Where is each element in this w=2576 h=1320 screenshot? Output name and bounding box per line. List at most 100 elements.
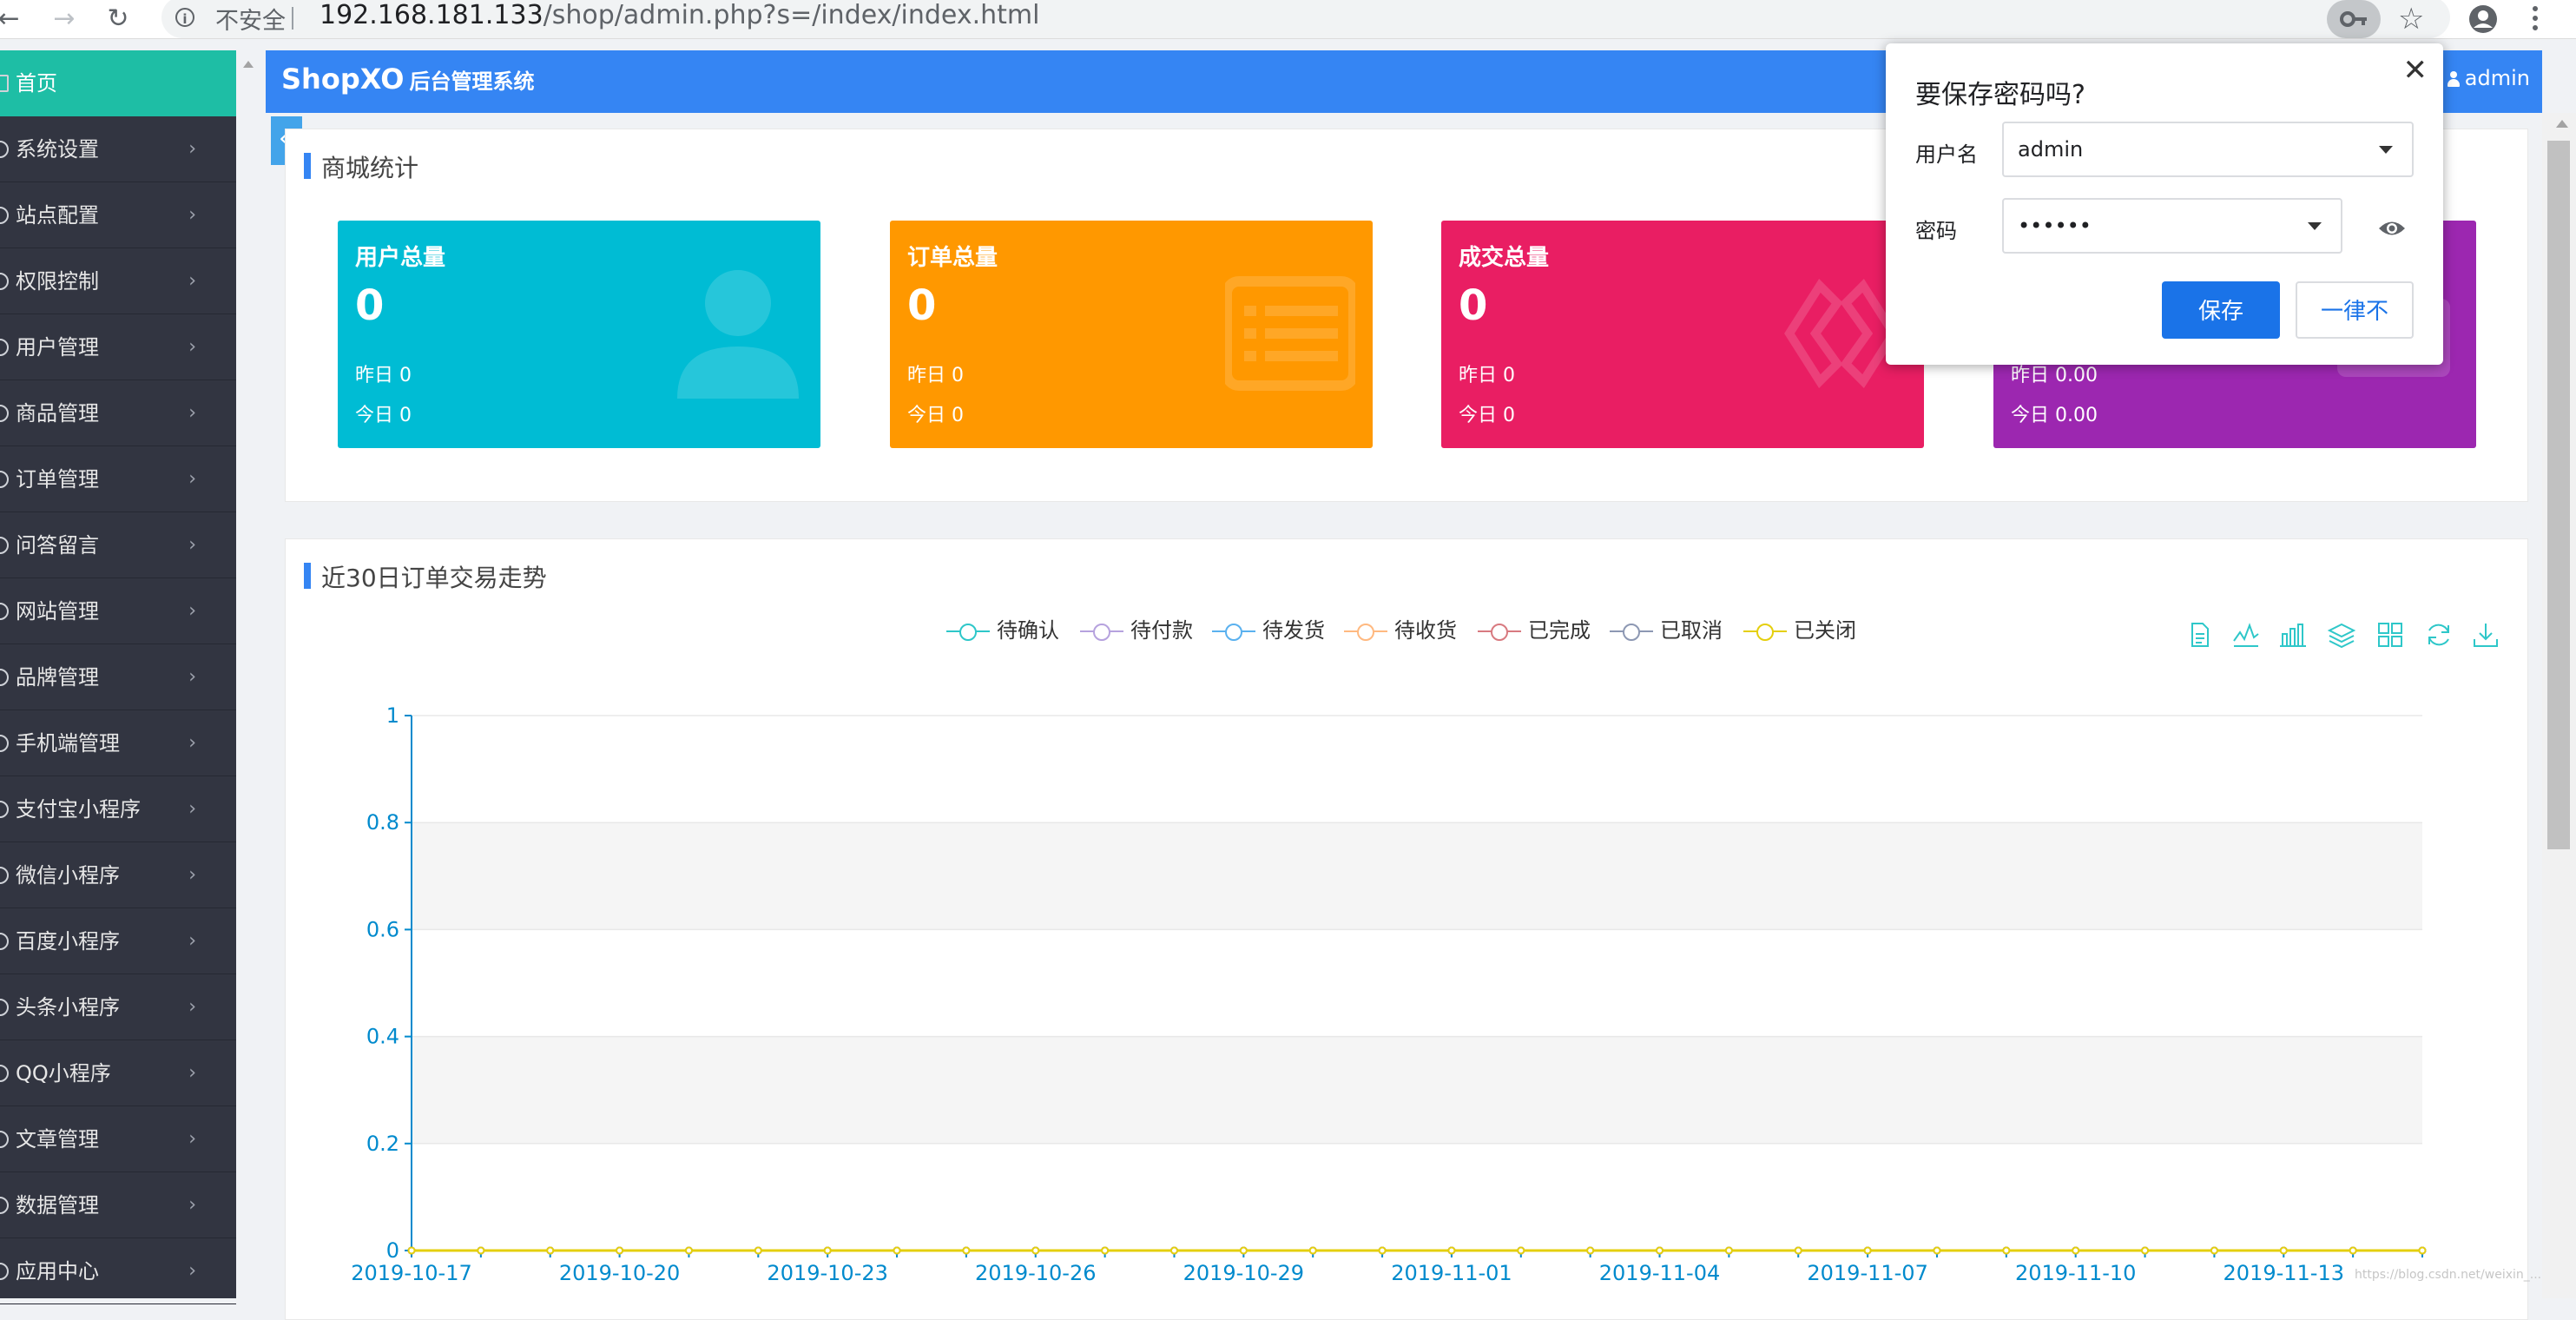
legend-item[interactable]: 待发货 (1212, 613, 1325, 648)
legend-marker-icon (1080, 623, 1123, 641)
y-tick-label: 0.6 (366, 917, 399, 941)
menu-item-icon (0, 1131, 9, 1148)
menu-item-icon (0, 471, 9, 488)
x-tick-label: 2019-11-13 (2224, 1261, 2344, 1285)
sidebar-item[interactable]: 订单管理 › (0, 446, 236, 512)
sidebar-item[interactable]: 问答留言 › (0, 512, 236, 578)
menu-item-icon (0, 999, 9, 1016)
line-chart-icon[interactable] (2231, 620, 2261, 650)
sidebar-item[interactable]: 手机端管理 › (0, 710, 236, 776)
data-point (1656, 1246, 1664, 1255)
sidebar-item-label: 问答留言 (16, 533, 99, 558)
menu-item-icon (0, 1263, 9, 1280)
sidebar-item[interactable]: 权限控制 › (0, 248, 236, 314)
password-label: 密码 (1915, 219, 1957, 243)
y-tick-label: 0.2 (366, 1132, 399, 1156)
brand-logo[interactable]: ShopXO 后台管理系统 (281, 63, 534, 96)
sidebar-item[interactable]: 品牌管理 › (0, 644, 236, 710)
sidebar-item-label: 头条小程序 (16, 995, 120, 1020)
sidebar-item[interactable]: 百度小程序 › (0, 908, 236, 974)
sidebar-item-label: 首页 (16, 71, 57, 96)
scroll-up-icon[interactable] (2556, 120, 2568, 128)
bar-chart-icon[interactable] (2278, 620, 2308, 650)
chevron-down-icon[interactable] (2379, 146, 2393, 154)
sidebar-item-label: 品牌管理 (16, 665, 99, 690)
info-icon[interactable]: i (175, 8, 194, 27)
chevron-right-icon: › (188, 468, 196, 490)
sidebar-item[interactable]: 文章管理 › (0, 1106, 236, 1172)
chevron-down-icon[interactable] (2308, 222, 2322, 230)
sidebar-item[interactable]: 商品管理 › (0, 380, 236, 446)
account-icon[interactable] (2467, 3, 2499, 35)
sidebar-item-label: 订单管理 (16, 467, 99, 492)
show-password-eye-icon[interactable] (2377, 215, 2407, 241)
sidebar-item[interactable]: 数据管理 › (0, 1172, 236, 1238)
password-key-icon[interactable] (2327, 0, 2381, 38)
forward-icon[interactable]: → (49, 3, 80, 35)
address-bar[interactable]: i 不安全 192.168.181.133/shop/admin.php?s=/… (161, 0, 2450, 38)
url-text[interactable]: 192.168.181.133/shop/admin.php?s=/index/… (320, 0, 1039, 30)
save-password-button[interactable]: 保存 (2162, 281, 2280, 339)
data-point (754, 1246, 762, 1255)
restore-icon[interactable] (2424, 620, 2454, 650)
menu-item-icon (0, 207, 9, 224)
close-icon[interactable]: ✕ (2403, 56, 2428, 85)
legend-item[interactable]: 待付款 (1080, 613, 1193, 648)
menu-item-icon (0, 801, 9, 818)
sidebar-item[interactable]: 应用中心 › (0, 1238, 236, 1304)
back-icon[interactable]: ← (0, 3, 24, 35)
sidebar-item[interactable]: 网站管理 › (0, 578, 236, 644)
scrollbar-thumb[interactable] (2547, 141, 2570, 849)
browser-toolbar: ← → ↻ i 不安全 192.168.181.133/shop/admin.p… (0, 0, 2576, 39)
reload-icon[interactable]: ↻ (102, 3, 134, 35)
chevron-right-icon: › (188, 1062, 196, 1084)
chevron-right-icon: › (188, 534, 196, 556)
legend-label: 待付款 (1130, 618, 1193, 643)
data-point (2418, 1246, 2427, 1255)
chevron-right-icon: › (188, 732, 196, 754)
sidebar-item[interactable]: 系统设置 › (0, 116, 236, 182)
legend-item[interactable]: 已关闭 (1743, 613, 1856, 648)
bookmark-star-icon[interactable]: ☆ (2398, 2, 2424, 36)
sidebar-item-label: 微信小程序 (16, 863, 120, 888)
list-icon (1225, 276, 1355, 391)
legend-item[interactable]: 待收货 (1344, 613, 1457, 648)
stack-icon[interactable] (2327, 620, 2356, 650)
sidebar-item[interactable]: 首页 (0, 50, 236, 116)
data-point (1863, 1246, 1872, 1255)
save-image-icon[interactable] (2471, 620, 2500, 650)
x-tick-label: 2019-10-29 (1183, 1261, 1304, 1285)
menu-item-icon (0, 1065, 9, 1082)
password-field[interactable]: •••••• (2002, 198, 2342, 254)
sidebar-item[interactable]: 用户管理 › (0, 314, 236, 380)
legend-item[interactable]: 已取消 (1610, 613, 1723, 648)
insecure-label: 不安全 (215, 8, 286, 35)
admin-username: admin (2464, 66, 2530, 90)
sidebar-item-label: 站点配置 (16, 203, 99, 228)
data-view-icon[interactable] (2184, 620, 2214, 650)
sidebar-item[interactable]: 头条小程序 › (0, 974, 236, 1040)
browser-menu-icon[interactable] (2527, 2, 2544, 36)
tiled-icon[interactable] (2375, 620, 2405, 650)
never-save-button[interactable]: 一律不 (2296, 281, 2414, 339)
legend-item[interactable]: 待确认 (946, 613, 1059, 648)
sidebar-scroll-up-icon[interactable] (243, 61, 254, 68)
data-point (2072, 1246, 2080, 1255)
admin-user-menu[interactable]: admin (2447, 66, 2530, 90)
stats-panel-title: 商城统计 (304, 149, 418, 184)
x-tick-label: 2019-11-07 (1807, 1261, 1927, 1285)
watermark: https://blog.csdn.net/weixin_... (2355, 1268, 2542, 1282)
stat-card-value: 0 (1459, 281, 1488, 330)
username-field[interactable]: admin (2002, 122, 2414, 177)
data-point (407, 1246, 416, 1255)
legend-label: 待确认 (997, 618, 1059, 643)
menu-item-icon (0, 405, 9, 422)
chevron-right-icon: › (188, 1128, 196, 1150)
sidebar-item[interactable]: 站点配置 › (0, 182, 236, 248)
legend-label: 已完成 (1528, 618, 1591, 643)
sidebar-item[interactable]: QQ小程序 › (0, 1040, 236, 1106)
sidebar-item[interactable]: 支付宝小程序 › (0, 776, 236, 842)
legend-item[interactable]: 已完成 (1478, 613, 1591, 648)
sidebar-item[interactable]: 微信小程序 › (0, 842, 236, 908)
data-point (2349, 1246, 2357, 1255)
